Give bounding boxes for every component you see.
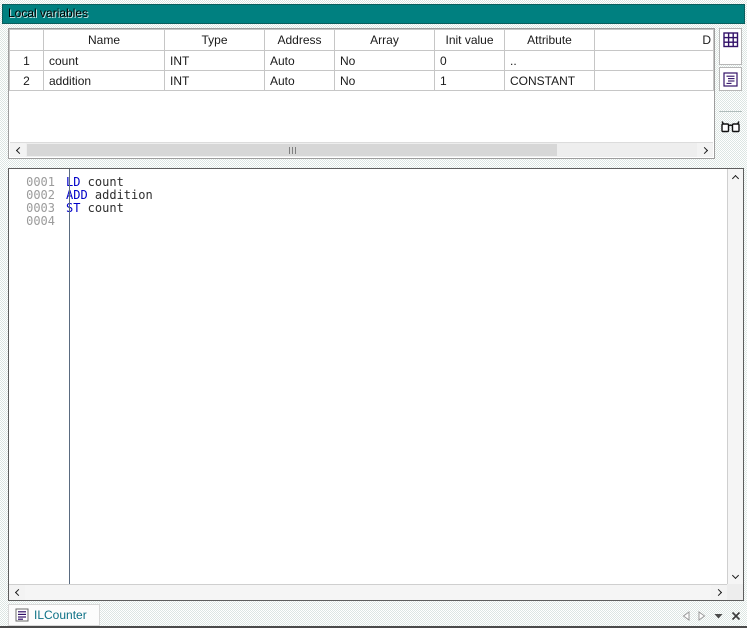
scroll-right-button[interactable]	[697, 143, 713, 157]
scroll-up-button[interactable]	[728, 169, 743, 184]
editor-horizontal-scrollbar[interactable]	[9, 584, 727, 600]
address-cell[interactable]: Auto	[265, 51, 335, 71]
grip-icon	[289, 147, 290, 154]
local-variables-panel: Name Type Address Array Init value Attri…	[8, 28, 715, 159]
document-icon	[723, 72, 738, 87]
binoculars-icon	[721, 120, 740, 133]
tab-navigation	[682, 607, 741, 625]
scroll-left-button[interactable]	[9, 585, 25, 600]
type-cell[interactable]: INT	[165, 71, 265, 91]
array-cell[interactable]: No	[335, 51, 435, 71]
local-variables-window: Local variables Name Type Address Array …	[0, 0, 747, 628]
document-view-button[interactable]	[719, 67, 742, 91]
col-header-rownum[interactable]	[10, 30, 44, 51]
triangle-left-icon	[682, 611, 690, 621]
local-variables-table: Name Type Address Array Init value Attri…	[9, 29, 714, 91]
triangle-down-icon	[714, 613, 723, 619]
operand: count	[80, 201, 123, 215]
tab-ilcounter[interactable]: ILCounter	[8, 604, 100, 626]
col-header-attribute[interactable]: Attribute	[505, 30, 595, 51]
tab-label: ILCounter	[34, 608, 87, 622]
table-row: 2 addition INT Auto No 1 CONSTANT	[10, 71, 714, 91]
program-list-icon	[15, 608, 29, 622]
init-value-cell[interactable]: 1	[435, 71, 505, 91]
side-toolbar	[719, 28, 742, 159]
attribute-cell[interactable]: ..	[505, 51, 595, 71]
name-cell[interactable]: addition	[44, 71, 165, 91]
pane-title: Local variables	[2, 4, 745, 24]
col-header-description-clipped[interactable]: D	[595, 30, 714, 51]
tab-list-dropdown-button[interactable]	[714, 613, 723, 619]
close-icon	[731, 611, 741, 621]
editor-text-area[interactable]: 0001 LD count 0002 ADD addition 0003 ST …	[9, 169, 727, 584]
chevron-right-icon	[714, 589, 721, 596]
col-header-type[interactable]: Type	[165, 30, 265, 51]
scroll-left-button[interactable]	[10, 143, 26, 157]
type-cell[interactable]: INT	[165, 51, 265, 71]
code-text[interactable]	[62, 215, 66, 228]
chevron-left-icon	[15, 146, 22, 153]
editor-vertical-scrollbar[interactable]	[727, 169, 743, 584]
array-cell[interactable]: No	[335, 71, 435, 91]
init-value-cell[interactable]: 0	[435, 51, 505, 71]
gutter-separator	[69, 169, 70, 584]
row-number-cell[interactable]: 1	[10, 51, 44, 71]
table-horizontal-scrollbar[interactable]	[10, 142, 713, 157]
col-header-array[interactable]: Array	[335, 30, 435, 51]
grid-icon	[723, 32, 739, 48]
close-tab-button[interactable]	[731, 611, 741, 621]
prev-tab-button[interactable]	[682, 611, 690, 621]
line-number: 0004	[9, 215, 62, 228]
triangle-right-icon	[698, 611, 706, 621]
find-button[interactable]	[719, 114, 742, 138]
table-header-row: Name Type Address Array Init value Attri…	[10, 30, 714, 51]
chevron-right-icon	[700, 146, 707, 153]
description-cell[interactable]	[595, 51, 714, 71]
toolbar-divider	[719, 111, 742, 112]
table-row: 1 count INT Auto No 0 ..	[10, 51, 714, 71]
description-cell[interactable]	[595, 71, 714, 91]
scrollbar-corner	[727, 584, 743, 600]
col-header-name[interactable]: Name	[44, 30, 165, 51]
scroll-right-button[interactable]	[711, 585, 727, 600]
il-code-editor: 0001 LD count 0002 ADD addition 0003 ST …	[8, 168, 744, 601]
operand: count	[80, 175, 123, 189]
col-header-address[interactable]: Address	[265, 30, 335, 51]
scrollbar-thumb[interactable]	[27, 144, 557, 156]
chevron-up-icon	[732, 174, 739, 181]
document-tab-bar: ILCounter	[0, 604, 747, 626]
chevron-left-icon	[14, 589, 21, 596]
code-line: 0003 ST count	[9, 202, 727, 215]
operand: addition	[88, 188, 153, 202]
grip-icon	[295, 147, 296, 154]
chevron-down-icon	[732, 571, 739, 578]
name-cell[interactable]: count	[44, 51, 165, 71]
grip-icon	[292, 147, 293, 154]
col-header-init-value[interactable]: Init value	[435, 30, 505, 51]
scroll-down-button[interactable]	[728, 569, 743, 584]
code-text[interactable]: ST count	[62, 202, 124, 215]
address-cell[interactable]: Auto	[265, 71, 335, 91]
row-number-cell[interactable]: 2	[10, 71, 44, 91]
attribute-cell[interactable]: CONSTANT	[505, 71, 595, 91]
code-line: 0004	[9, 215, 727, 228]
next-tab-button[interactable]	[698, 611, 706, 621]
grid-view-button[interactable]	[719, 28, 742, 65]
